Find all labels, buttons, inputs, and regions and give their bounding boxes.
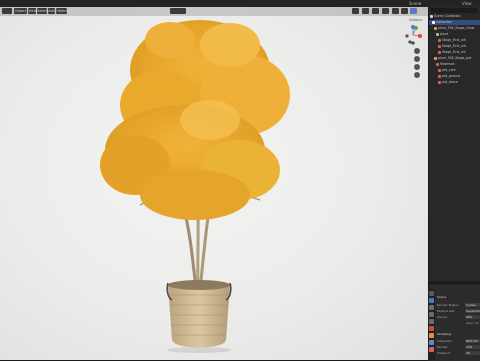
collection-icon [432, 20, 435, 24]
render-tab-icon[interactable] [429, 298, 434, 303]
outliner-row[interactable]: plant [429, 32, 480, 37]
render-samples-field[interactable]: 128 [465, 345, 480, 349]
integrator-label: Integrator [437, 339, 453, 343]
feature-set-label: Feature Set [437, 309, 455, 313]
outliner-row[interactable]: Stage_First_wh [429, 38, 480, 43]
device-label: Device [437, 315, 448, 319]
render-samples-label: Render [437, 345, 448, 349]
outliner-row[interactable]: Scene Collection [429, 14, 480, 19]
material-icon [438, 38, 441, 42]
integrator-dropdown[interactable]: Path Tra [465, 339, 480, 343]
viewport-samples-label: Viewport [437, 351, 451, 355]
material-icon [438, 74, 441, 78]
collection-icon [430, 14, 433, 18]
feature-set-dropdown[interactable]: Supported [465, 309, 480, 313]
render-engine-dropdown[interactable]: Cycles [465, 303, 480, 307]
object-tab-icon[interactable] [429, 333, 434, 338]
object-icon [434, 26, 437, 30]
open-shading-language-checkbox[interactable]: Open Sh [465, 321, 480, 325]
material-icon [438, 50, 441, 54]
world-tab-icon[interactable] [429, 326, 434, 331]
material-tab-icon[interactable] [429, 347, 434, 352]
material-icon [436, 62, 439, 66]
properties-title: Scene [437, 295, 447, 299]
tool-tab-icon[interactable] [429, 291, 434, 296]
outliner-row[interactable]: Collection [429, 20, 480, 25]
sampling-section-header[interactable]: Sampling [437, 332, 451, 337]
view-layer-selector[interactable]: View Layer [462, 0, 480, 13]
rendered-potted-tree [100, 20, 290, 353]
viewport-samples-field[interactable]: 32 [465, 351, 480, 355]
outliner-row[interactable]: pot_core [429, 68, 480, 73]
scene-tab-icon[interactable] [429, 319, 434, 324]
output-tab-icon[interactable] [429, 305, 434, 310]
render-engine-label: Render Engine [437, 303, 459, 307]
material-icon [438, 68, 441, 72]
view-layer-tab-icon[interactable] [429, 312, 434, 317]
object-icon [434, 56, 437, 60]
outliner-row[interactable]: plant_TAK_Stage_Grow [429, 26, 480, 31]
outliner-row[interactable]: pot_stone [429, 80, 480, 85]
material-icon [438, 80, 441, 84]
outliner-row[interactable]: pot_ground [429, 74, 480, 79]
outliner-row[interactable]: plant_TAK_Stage_pot [429, 56, 480, 61]
device-dropdown[interactable]: GPU [465, 315, 480, 319]
modifier-tab-icon[interactable] [429, 340, 434, 345]
material-icon [438, 44, 441, 48]
outliner-row[interactable]: Stage_First_wh [429, 50, 480, 55]
outliner-row[interactable]: Stage_First_wh [429, 44, 480, 49]
mesh-icon [436, 32, 439, 36]
outliner-row[interactable]: Materials [429, 62, 480, 67]
outliner-search-input[interactable] [430, 8, 478, 13]
